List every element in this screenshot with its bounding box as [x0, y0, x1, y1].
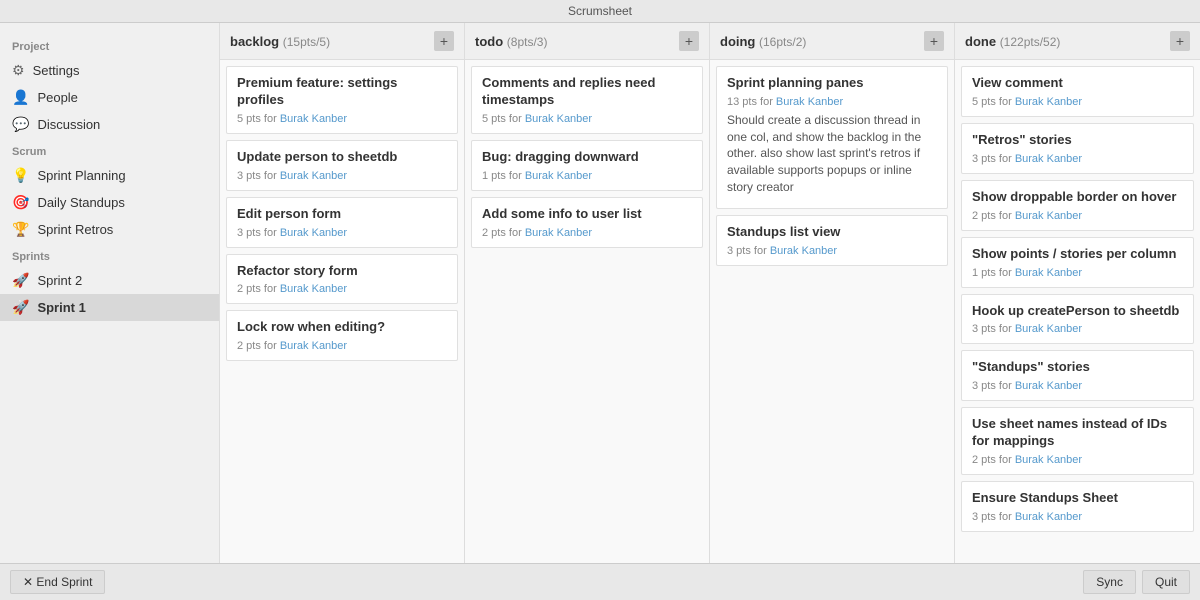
sidebar-item-settings[interactable]: ⚙ Settings: [0, 57, 219, 84]
bulb-icon: 💡: [12, 167, 29, 184]
column-body-backlog: Premium feature: settings profiles 5 pts…: [220, 60, 464, 563]
end-sprint-button[interactable]: ✕ End Sprint: [10, 570, 105, 594]
target-icon: 🎯: [12, 194, 29, 211]
sidebar-item-daily-standups[interactable]: 🎯 Daily Standups: [0, 189, 219, 216]
column-body-todo: Comments and replies need timestamps 5 p…: [465, 60, 709, 563]
add-card-backlog-button[interactable]: +: [434, 31, 454, 51]
sidebar-item-label: Discussion: [37, 117, 100, 132]
discussion-icon: 💬: [12, 116, 29, 133]
rocket-icon: 🚀: [12, 299, 29, 316]
card[interactable]: "Standups" stories 3 pts for Burak Kanbe…: [961, 350, 1194, 401]
project-section-label: Project: [0, 33, 219, 57]
sidebar-item-label: Daily Standups: [37, 195, 124, 210]
column-doing: doing (16pts/2) + Sprint planning panes …: [710, 23, 955, 563]
column-header-doing: doing (16pts/2) +: [710, 23, 954, 60]
sidebar-item-sprint-planning[interactable]: 💡 Sprint Planning: [0, 162, 219, 189]
card[interactable]: Show points / stories per column 1 pts f…: [961, 237, 1194, 288]
card[interactable]: Comments and replies need timestamps 5 p…: [471, 66, 703, 134]
card[interactable]: Ensure Standups Sheet 3 pts for Burak Ka…: [961, 481, 1194, 532]
card[interactable]: Bug: dragging downward 1 pts for Burak K…: [471, 140, 703, 191]
card[interactable]: Add some info to user list 2 pts for Bur…: [471, 197, 703, 248]
sidebar-item-people[interactable]: 👤 People: [0, 84, 219, 111]
app-title: Scrumsheet: [568, 4, 632, 18]
sidebar-item-label: Sprint 1: [37, 300, 85, 315]
add-card-todo-button[interactable]: +: [679, 31, 699, 51]
bottom-right: Sync Quit: [1083, 570, 1190, 594]
column-body-doing: Sprint planning panes 13 pts for Burak K…: [710, 60, 954, 563]
column-title: backlog (15pts/5): [230, 34, 330, 49]
card[interactable]: Lock row when editing? 2 pts for Burak K…: [226, 310, 458, 361]
sidebar: Project ⚙ Settings 👤 People 💬 Discussion…: [0, 23, 220, 563]
board-area: backlog (15pts/5) + Premium feature: set…: [220, 23, 1200, 563]
card[interactable]: "Retros" stories 3 pts for Burak Kanber: [961, 123, 1194, 174]
trophy-icon: 🏆: [12, 221, 29, 238]
column-title: doing (16pts/2): [720, 34, 806, 49]
column-backlog: backlog (15pts/5) + Premium feature: set…: [220, 23, 465, 563]
card[interactable]: Update person to sheetdb 3 pts for Burak…: [226, 140, 458, 191]
sidebar-item-sprint-retros[interactable]: 🏆 Sprint Retros: [0, 216, 219, 243]
column-header-done: done (122pts/52) +: [955, 23, 1200, 60]
column-header-backlog: backlog (15pts/5) +: [220, 23, 464, 60]
sidebar-item-label: Sprint Planning: [37, 168, 125, 183]
bottom-bar: ✕ End Sprint Sync Quit: [0, 563, 1200, 600]
column-title: done (122pts/52): [965, 34, 1060, 49]
bottom-left: ✕ End Sprint: [10, 570, 105, 594]
card[interactable]: Sprint planning panes 13 pts for Burak K…: [716, 66, 948, 209]
column-todo: todo (8pts/3) + Comments and replies nee…: [465, 23, 710, 563]
app-title-bar: Scrumsheet: [0, 0, 1200, 23]
card[interactable]: Standups list view 3 pts for Burak Kanbe…: [716, 215, 948, 266]
card[interactable]: Premium feature: settings profiles 5 pts…: [226, 66, 458, 134]
sync-button[interactable]: Sync: [1083, 570, 1136, 594]
scrum-section-label: Scrum: [0, 138, 219, 162]
sidebar-item-label: Sprint Retros: [37, 222, 113, 237]
people-icon: 👤: [12, 89, 29, 106]
sidebar-item-sprint-2[interactable]: 🚀 Sprint 2: [0, 267, 219, 294]
card[interactable]: View comment 5 pts for Burak Kanber: [961, 66, 1194, 117]
column-body-done: View comment 5 pts for Burak Kanber "Ret…: [955, 60, 1200, 563]
card[interactable]: Use sheet names instead of IDs for mappi…: [961, 407, 1194, 475]
sidebar-item-sprint-1[interactable]: 🚀 Sprint 1: [0, 294, 219, 321]
sidebar-item-discussion[interactable]: 💬 Discussion: [0, 111, 219, 138]
rocket-icon: 🚀: [12, 272, 29, 289]
card[interactable]: Refactor story form 2 pts for Burak Kanb…: [226, 254, 458, 305]
column-header-todo: todo (8pts/3) +: [465, 23, 709, 60]
main-area: Project ⚙ Settings 👤 People 💬 Discussion…: [0, 23, 1200, 563]
quit-button[interactable]: Quit: [1142, 570, 1190, 594]
sidebar-item-label: People: [37, 90, 77, 105]
add-card-done-button[interactable]: +: [1170, 31, 1190, 51]
sidebar-item-label: Settings: [33, 63, 80, 78]
card[interactable]: Show droppable border on hover 2 pts for…: [961, 180, 1194, 231]
card[interactable]: Hook up createPerson to sheetdb 3 pts fo…: [961, 294, 1194, 345]
add-card-doing-button[interactable]: +: [924, 31, 944, 51]
gear-icon: ⚙: [12, 62, 25, 79]
sprints-section-label: Sprints: [0, 243, 219, 267]
column-title: todo (8pts/3): [475, 34, 547, 49]
sidebar-item-label: Sprint 2: [37, 273, 82, 288]
card[interactable]: Edit person form 3 pts for Burak Kanber: [226, 197, 458, 248]
column-done: done (122pts/52) + View comment 5 pts fo…: [955, 23, 1200, 563]
